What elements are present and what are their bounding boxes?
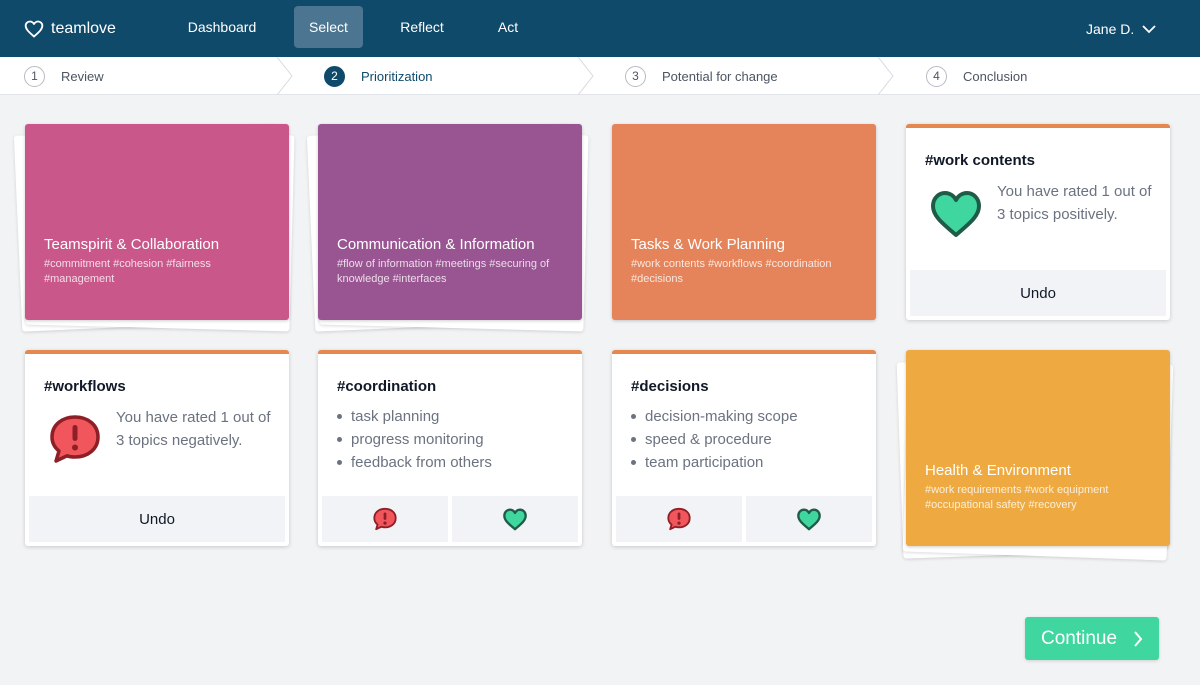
- user-name: Jane D.: [1086, 20, 1135, 37]
- nav-dashboard[interactable]: Dashboard: [176, 6, 268, 48]
- brand-name: teamlove: [51, 19, 116, 37]
- subtopic-card-coordination: #coordination task planning progress mon…: [318, 350, 582, 546]
- alert-bubble-icon: [50, 415, 100, 463]
- chevron-right-icon: [1134, 630, 1143, 647]
- topic-tags: #work contents #workflows #coordination …: [631, 258, 832, 285]
- step-prioritization[interactable]: 2 Prioritization: [324, 57, 433, 95]
- topic-tags: #commitment #cohesion #fairness #managem…: [44, 258, 211, 285]
- subtopic-card-workflows: #workflows You have rated 1 out of 3 top…: [25, 350, 289, 546]
- list-item: task planning: [337, 405, 492, 428]
- continue-label: Continue: [1040, 627, 1118, 649]
- step-number: 3: [625, 65, 646, 87]
- rating-message: You have rated 1 out of 3 topics positiv…: [997, 183, 1152, 223]
- list-item: speed & procedure: [631, 428, 798, 451]
- user-menu[interactable]: Jane D.: [1086, 0, 1156, 57]
- continue-button[interactable]: Continue: [1025, 617, 1159, 660]
- heart-icon: [503, 508, 527, 531]
- heart-icon: [797, 508, 821, 531]
- topic-tags: #flow of information #meetings #securing…: [337, 258, 550, 285]
- step-number: 1: [24, 65, 45, 87]
- topic-tags: #work requirements #work equipment #occu…: [925, 484, 1109, 511]
- rate-positive-button[interactable]: [452, 496, 578, 542]
- list-item: decision-making scope: [631, 405, 798, 428]
- topic-title: Tasks & Work Planning: [631, 236, 785, 253]
- subtopic-list: decision-making scope speed & procedure …: [631, 405, 798, 474]
- step-conclusion[interactable]: 4 Conclusion: [926, 57, 1027, 95]
- step-label: Potential for change: [662, 68, 778, 84]
- subtopic-title: #work contents: [925, 152, 1036, 169]
- undo-button[interactable]: Undo: [910, 270, 1166, 316]
- nav-act[interactable]: Act: [488, 6, 528, 48]
- topic-card-teamspirit[interactable]: Teamspirit & Collaboration #commitment #…: [25, 124, 289, 320]
- step-separator: [577, 56, 595, 96]
- step-number: 4: [926, 65, 947, 87]
- subtopic-card-decisions: #decisions decision-making scope speed &…: [612, 350, 876, 546]
- subtopic-card-work-contents: #work contents You have rated 1 out of 3…: [906, 124, 1170, 320]
- topic-card-communication[interactable]: Communication & Information #flow of inf…: [318, 124, 582, 320]
- topic-card-tasks[interactable]: Tasks & Work Planning #work contents #wo…: [612, 124, 876, 320]
- topic-title: Health & Environment: [925, 462, 1071, 479]
- subtopic-title: #workflows: [44, 378, 126, 395]
- step-label: Conclusion: [963, 68, 1028, 84]
- topic-title: Teamspirit & Collaboration: [44, 236, 220, 253]
- rate-negative-button[interactable]: [322, 496, 448, 542]
- undo-button[interactable]: Undo: [29, 496, 285, 542]
- step-potential-for-change[interactable]: 3 Potential for change: [625, 57, 778, 95]
- rate-negative-button[interactable]: [616, 496, 742, 542]
- nav-select[interactable]: Select: [294, 6, 363, 48]
- topic-card-health[interactable]: Health & Environment #work requirements …: [906, 350, 1170, 546]
- step-number: 2: [324, 65, 345, 87]
- rating-message: You have rated 1 out of 3 topics negativ…: [116, 409, 271, 449]
- alert-bubble-icon: [373, 507, 397, 531]
- step-label: Review: [61, 68, 104, 84]
- list-item: progress monitoring: [337, 428, 492, 451]
- rate-positive-button[interactable]: [746, 496, 872, 542]
- nav-reflect[interactable]: Reflect: [390, 6, 454, 48]
- step-separator: [276, 56, 294, 96]
- progress-stepper: 1 Review 2 Prioritization 3 Potential fo…: [0, 56, 1200, 96]
- subtopic-title: #coordination: [337, 378, 437, 395]
- step-review[interactable]: 1 Review: [24, 57, 104, 95]
- heart-logo-icon: [24, 20, 44, 37]
- step-label: Prioritization: [361, 68, 433, 84]
- alert-bubble-icon: [667, 507, 691, 531]
- step-separator: [877, 56, 895, 96]
- subtopic-list: task planning progress monitoring feedba…: [337, 405, 492, 474]
- heart-icon: [931, 191, 981, 237]
- subtopic-title: #decisions: [631, 378, 709, 395]
- list-item: feedback from others: [337, 451, 492, 474]
- chevron-down-icon: [1142, 24, 1156, 33]
- list-item: team participation: [631, 451, 798, 474]
- top-navigation-bar: teamlove Dashboard Select Reflect Act Ja…: [0, 0, 1200, 57]
- brand-logo[interactable]: teamlove: [24, 0, 116, 57]
- topic-title: Communication & Information: [337, 236, 535, 253]
